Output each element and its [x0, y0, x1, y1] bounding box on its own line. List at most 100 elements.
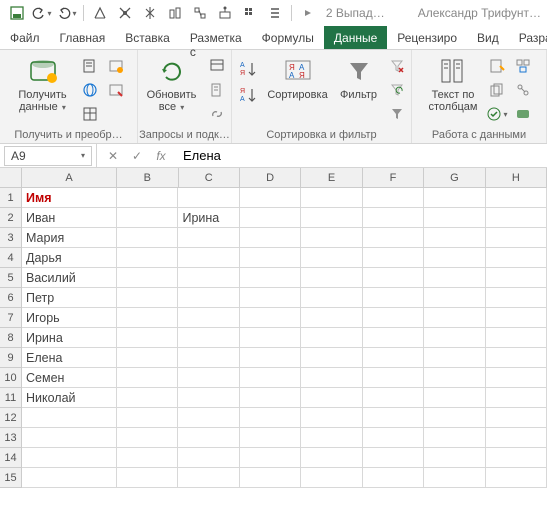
cell[interactable]: [301, 448, 362, 468]
cell[interactable]: [240, 268, 301, 288]
cell[interactable]: [363, 228, 424, 248]
cell[interactable]: [117, 448, 178, 468]
cell[interactable]: [240, 188, 301, 208]
relationships-button[interactable]: [512, 79, 534, 101]
row-header[interactable]: 15: [0, 468, 22, 488]
cell[interactable]: [486, 288, 547, 308]
cell[interactable]: [178, 188, 239, 208]
cell[interactable]: [301, 328, 362, 348]
row-header[interactable]: 3: [0, 228, 22, 248]
properties-button[interactable]: [206, 79, 228, 101]
cell[interactable]: [424, 448, 485, 468]
row-header[interactable]: 5: [0, 268, 22, 288]
qat-icon-2[interactable]: [114, 2, 136, 24]
tab-рецензиро[interactable]: Рецензиро: [387, 26, 467, 49]
cell[interactable]: [486, 428, 547, 448]
recent-sources-button[interactable]: [105, 55, 127, 77]
sort-button[interactable]: ЯААЯ Сортировка: [264, 53, 332, 101]
undo-button[interactable]: ▾: [31, 2, 53, 24]
cell[interactable]: [240, 348, 301, 368]
cell[interactable]: [240, 368, 301, 388]
cell[interactable]: [363, 428, 424, 448]
cell[interactable]: [486, 308, 547, 328]
cell[interactable]: [424, 328, 485, 348]
cell[interactable]: [424, 348, 485, 368]
cell[interactable]: [486, 208, 547, 228]
cell[interactable]: [117, 348, 178, 368]
cell[interactable]: [117, 468, 178, 488]
cell[interactable]: [486, 248, 547, 268]
cell[interactable]: [117, 268, 178, 288]
row-header[interactable]: 4: [0, 248, 22, 268]
cell[interactable]: [178, 308, 239, 328]
select-all-corner[interactable]: [0, 168, 22, 188]
cell[interactable]: [486, 468, 547, 488]
cell[interactable]: [424, 368, 485, 388]
cell[interactable]: [178, 368, 239, 388]
column-header[interactable]: F: [363, 168, 424, 188]
cell[interactable]: Мария: [22, 228, 117, 248]
cell[interactable]: [363, 368, 424, 388]
row-header[interactable]: 1: [0, 188, 22, 208]
cell[interactable]: [424, 408, 485, 428]
tab-файл[interactable]: Файл: [0, 26, 50, 49]
cell[interactable]: [486, 268, 547, 288]
cell[interactable]: [22, 428, 117, 448]
cell[interactable]: [178, 428, 239, 448]
cell[interactable]: [486, 188, 547, 208]
cell[interactable]: [363, 408, 424, 428]
tab-вид[interactable]: Вид: [467, 26, 509, 49]
qat-icon-6[interactable]: [214, 2, 236, 24]
cell[interactable]: [486, 228, 547, 248]
filter-button[interactable]: Фильтр: [336, 53, 382, 101]
clear-filter-button[interactable]: [386, 55, 408, 77]
cell[interactable]: [301, 208, 362, 228]
row-header[interactable]: 12: [0, 408, 22, 428]
cell[interactable]: [363, 288, 424, 308]
cell[interactable]: [486, 388, 547, 408]
cell[interactable]: [178, 228, 239, 248]
cell[interactable]: [486, 368, 547, 388]
fx-button[interactable]: fx: [153, 149, 169, 163]
text-to-columns-button[interactable]: Текст по столбцам: [424, 53, 482, 113]
qat-next-button[interactable]: [297, 2, 319, 24]
cell[interactable]: [178, 268, 239, 288]
cell[interactable]: [240, 208, 301, 228]
cell[interactable]: [363, 308, 424, 328]
cell[interactable]: [240, 448, 301, 468]
cell[interactable]: [363, 328, 424, 348]
cell[interactable]: [424, 388, 485, 408]
flash-fill-button[interactable]: [486, 55, 508, 77]
sort-desc-button[interactable]: ЯА: [236, 83, 260, 107]
cell[interactable]: Ирина: [178, 208, 239, 228]
cell[interactable]: [117, 228, 178, 248]
cell[interactable]: [424, 188, 485, 208]
cell[interactable]: [117, 328, 178, 348]
cell[interactable]: Игорь: [22, 308, 117, 328]
column-header[interactable]: E: [301, 168, 362, 188]
redo-button[interactable]: ▾: [56, 2, 78, 24]
qat-icon-1[interactable]: [89, 2, 111, 24]
tab-главная[interactable]: Главная: [50, 26, 116, 49]
cell[interactable]: [117, 208, 178, 228]
cell[interactable]: [117, 368, 178, 388]
cell[interactable]: [301, 388, 362, 408]
row-header[interactable]: 6: [0, 288, 22, 308]
cell[interactable]: [240, 328, 301, 348]
cell[interactable]: [22, 408, 117, 428]
row-header[interactable]: 9: [0, 348, 22, 368]
queries-connections-button[interactable]: [206, 55, 228, 77]
cell[interactable]: [301, 408, 362, 428]
cell[interactable]: Имя: [22, 188, 117, 208]
cell[interactable]: [117, 308, 178, 328]
tab-данные[interactable]: Данные: [324, 26, 387, 49]
existing-connections-button[interactable]: [105, 79, 127, 101]
tab-разметка с[interactable]: Разметка с: [180, 26, 252, 49]
remove-duplicates-button[interactable]: [486, 79, 508, 101]
cell[interactable]: [486, 328, 547, 348]
cell[interactable]: [301, 288, 362, 308]
cell[interactable]: [117, 408, 178, 428]
cell[interactable]: [301, 228, 362, 248]
cell[interactable]: [178, 288, 239, 308]
cell[interactable]: Василий: [22, 268, 117, 288]
